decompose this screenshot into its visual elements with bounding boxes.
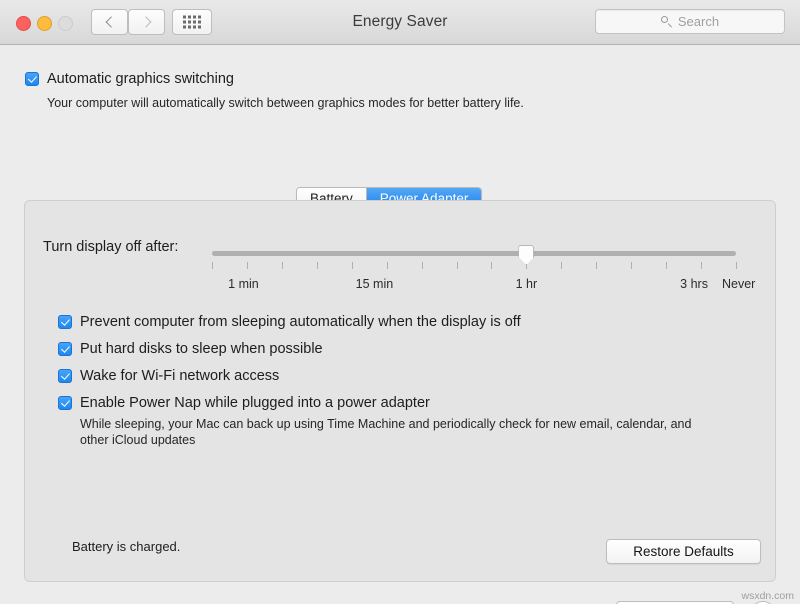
slider-tick [631,262,633,269]
slider-tick [701,262,703,269]
panel-option-label: Wake for Wi-Fi network access [80,368,280,384]
panel-option-checkbox[interactable]: Wake for Wi-Fi network access [58,369,748,384]
panel-option-label: Enable Power Nap while plugged into a po… [80,395,430,411]
slider-tick [421,262,423,269]
panel-option-checkbox[interactable]: Prevent computer from sleeping automatic… [58,315,748,330]
checkbox-icon [25,72,39,86]
slider-tick [736,262,737,269]
slider-tick [456,262,458,269]
battery-status-text: Battery is charged. [72,539,181,554]
automatic-graphics-switching-label: Automatic graphics switching [47,71,234,87]
search-input[interactable]: Search [595,9,785,34]
automatic-graphics-switching-checkbox[interactable]: Automatic graphics switching [25,72,234,87]
panel-option-3: Wake for Wi-Fi network access [58,369,748,384]
turn-display-off-label: Turn display off after: [43,239,179,255]
automatic-graphics-switching-description: Your computer will automatically switch … [47,96,524,110]
slider-tick-label: 1 min [228,277,259,291]
energy-saver-window: Energy Saver Search Automatic graphics s… [0,0,800,604]
slider-tick-label: 15 min [355,277,394,291]
restore-defaults-button[interactable]: Restore Defaults [606,539,761,564]
slider-tick [386,262,388,269]
slider-tick [246,262,248,269]
slider-track[interactable] [212,251,736,256]
slider-tick-label: 1 hr [515,277,538,291]
slider-tick [666,262,668,269]
checkbox-icon [58,369,72,383]
panel-option-checkbox[interactable]: Enable Power Nap while plugged into a po… [58,396,748,411]
checkbox-icon [58,342,72,356]
window-titlebar: Energy Saver Search [0,0,800,45]
preference-content: Automatic graphics switching Your comput… [0,45,800,604]
turn-display-off-slider[interactable]: 1 min 15 min 1 hr 3 hrs Never [212,245,755,300]
panel-option-checkbox[interactable]: Put hard disks to sleep when possible [58,342,748,357]
search-placeholder: Search [677,14,720,29]
slider-tick [596,262,598,269]
slider-tick [491,262,493,269]
panel-option-label: Put hard disks to sleep when possible [80,341,323,357]
slider-tick-label: Never [721,277,756,291]
slider-tick [561,262,563,269]
settings-panel: Turn display off after: 1 min 15 min 1 hr 3… [24,200,776,582]
slider-tick [212,262,213,269]
slider-ticks [212,262,737,269]
watermark-text: wsxdn.com [741,590,794,602]
panel-option-2: Put hard disks to sleep when possible [58,342,748,357]
slider-tick [351,262,353,269]
panel-option-description: While sleeping, your Mac can back up usi… [80,417,692,447]
checkbox-icon [58,396,72,410]
checkbox-icon [58,315,72,329]
panel-option-4: Enable Power Nap while plugged into a po… [58,396,748,448]
slider-tick [281,262,283,269]
panel-option-list: Prevent computer from sleeping automatic… [58,315,748,460]
slider-tick-label: 3 hrs [680,277,708,291]
panel-option-1: Prevent computer from sleeping automatic… [58,315,748,330]
slider-tick [316,262,318,269]
search-icon [660,16,672,27]
panel-option-label: Prevent computer from sleeping automatic… [80,314,521,330]
